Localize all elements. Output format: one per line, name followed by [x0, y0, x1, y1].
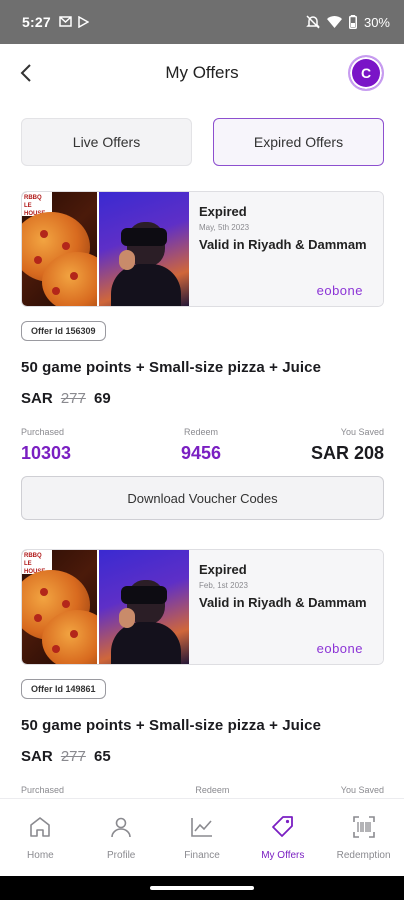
home-gesture-handle[interactable] [150, 886, 254, 890]
back-arrow-icon[interactable] [16, 62, 38, 84]
offer-id-badge: Offer Id 156309 [21, 321, 106, 341]
nav-home[interactable]: Home [0, 799, 81, 876]
old-price: 277 [60, 390, 86, 407]
finance-chart-icon [191, 818, 212, 837]
purchased-label: Purchased [21, 785, 65, 795]
nav-finance-label: Finance [184, 850, 220, 861]
brand-logo: eobone [316, 641, 363, 656]
vr-gaming-image [99, 550, 189, 664]
profile-icon [111, 817, 131, 838]
mute-icon [306, 15, 320, 29]
offer-tabs: Live Offers Expired Offers [21, 118, 384, 166]
battery-icon [348, 15, 357, 29]
nav-my-offers-label: My Offers [261, 850, 305, 861]
barcode-scan-icon [352, 816, 375, 838]
saved-label: You Saved [340, 427, 384, 437]
offer-status: Expired [199, 562, 247, 577]
status-bar: 5:27 30% [0, 0, 404, 44]
page-title: My Offers [165, 63, 239, 82]
wifi-icon [326, 16, 342, 28]
offer-validity: Valid in Riyadh & Dammam [199, 595, 367, 610]
purchased-label: Purchased [21, 427, 65, 437]
tab-live-offers[interactable]: Live Offers [21, 118, 192, 166]
tab-expired-offers[interactable]: Expired Offers [213, 118, 384, 166]
offers-content[interactable]: Live Offers Expired Offers RBBQ LE HOUSE [0, 102, 404, 798]
offer-card[interactable]: RBBQ LE HOUSE Expired Feb, 1st 2023 Vali… [21, 549, 384, 665]
redeem-label: Redeem [183, 427, 219, 437]
nav-redemption[interactable]: Redemption [323, 799, 404, 876]
battery-percent: 30% [363, 14, 390, 30]
nav-profile[interactable]: Profile [81, 799, 162, 876]
offer-status: Expired [199, 204, 247, 219]
offer-stats: Purchased 10303 Redeem 9456 You Saved SA… [21, 427, 384, 464]
price-currency: SAR [21, 390, 53, 407]
offer-price: SAR 277 65 [21, 748, 384, 765]
purchased-value: 10303 [21, 443, 72, 463]
offer-id-badge: Offer Id 149861 [21, 679, 106, 699]
home-icon [30, 817, 51, 837]
offer-date: Feb, 1st 2023 [199, 581, 248, 590]
saved-value: SAR 208 [310, 443, 384, 463]
avatar[interactable]: C [348, 55, 384, 91]
pizza-image: RBBQ LE HOUSE [22, 550, 97, 664]
old-price: 277 [60, 748, 86, 765]
vr-gaming-image [99, 192, 189, 306]
app-bar: My Offers C [0, 44, 404, 102]
new-price: 69 [94, 390, 111, 407]
nav-redemption-label: Redemption [336, 850, 391, 861]
offer-title: 50 game points + Small-size pizza + Juic… [21, 717, 322, 734]
offer-price: SAR 277 69 [21, 390, 384, 407]
offer-item: RBBQ LE HOUSE Expired May, 5th 2023 Vali… [21, 191, 384, 520]
nav-my-offers[interactable]: My Offers [242, 799, 323, 876]
offer-validity: Valid in Riyadh & Dammam [199, 237, 367, 252]
nav-profile-label: Profile [107, 850, 136, 861]
offer-date: May, 5th 2023 [199, 223, 250, 232]
nav-finance[interactable]: Finance [162, 799, 243, 876]
gesture-navigation-bar [0, 876, 404, 900]
gmail-notification-icon [59, 16, 72, 27]
new-price: 65 [94, 748, 111, 765]
brand-logo: eobone [316, 283, 363, 298]
bottom-navigation: Home Profile Finance My Offers Redemptio… [0, 798, 404, 876]
offer-card[interactable]: RBBQ LE HOUSE Expired May, 5th 2023 Vali… [21, 191, 384, 307]
offer-stats: Purchased Redeem You Saved [21, 785, 384, 798]
status-time: 5:27 [22, 14, 51, 30]
redeem-value: 9456 [180, 443, 222, 463]
offer-title: 50 game points + Small-size pizza + Juic… [21, 359, 322, 376]
saved-label: You Saved [340, 785, 384, 795]
nav-home-label: Home [27, 850, 54, 861]
pizza-image: RBBQ LE HOUSE [22, 192, 97, 306]
price-currency: SAR [21, 748, 53, 765]
download-voucher-codes-button[interactable]: Download Voucher Codes [21, 476, 384, 520]
tag-icon [271, 816, 293, 837]
play-store-notification-icon [78, 16, 89, 28]
redeem-label: Redeem [195, 785, 230, 795]
offer-item: RBBQ LE HOUSE Expired Feb, 1st 2023 Vali… [21, 549, 384, 798]
